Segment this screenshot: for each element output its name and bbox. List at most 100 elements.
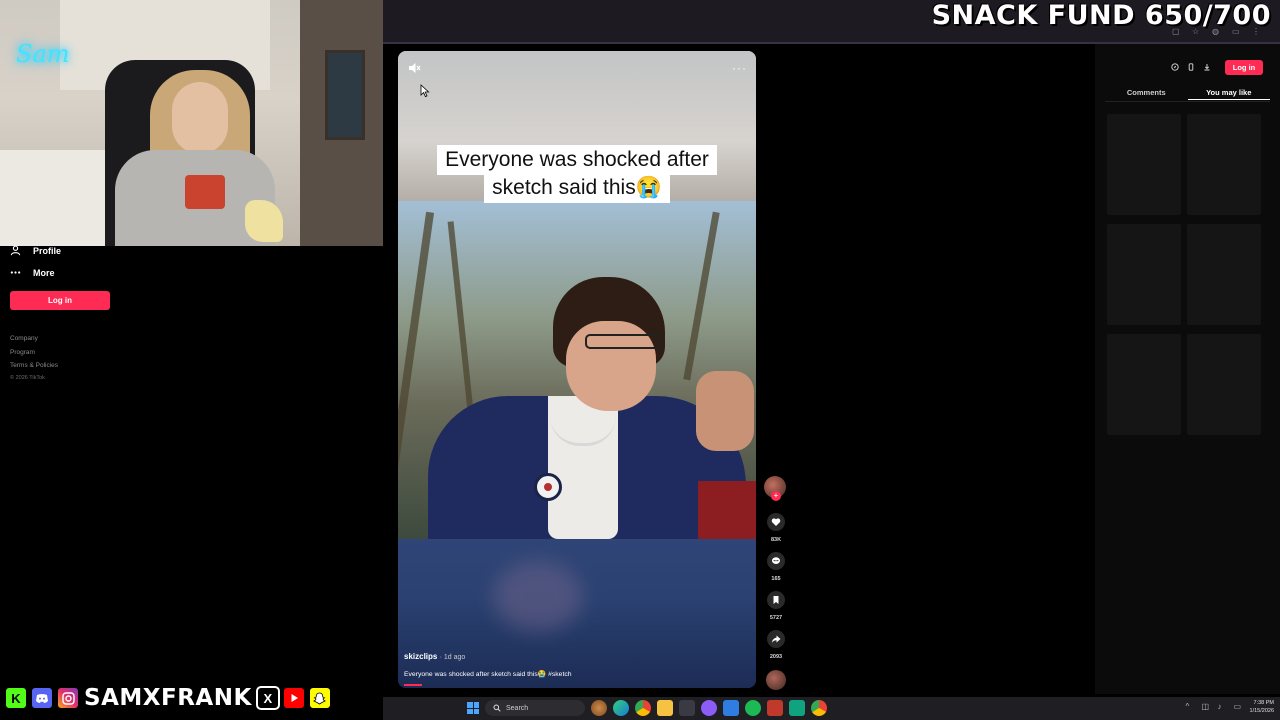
video-blur-bottom (398, 539, 756, 688)
footer-link-terms[interactable]: Terms & Policies (10, 359, 58, 373)
suggested-video-thumbnail[interactable] (1107, 334, 1181, 435)
shirt-print (185, 175, 225, 209)
snapchat-icon (307, 686, 332, 710)
mouse-cursor-icon (420, 84, 430, 98)
caption-line-2: sketch said this😭 (484, 173, 670, 203)
play-glyph (291, 694, 298, 702)
discord-glyph (36, 693, 48, 703)
sidebar-item-label: Profile (33, 245, 62, 256)
browser-top-strip: SNACK FUND 650/700 ▢ ☆ ◍ ▭ ⋮ (383, 0, 1280, 44)
follow-button[interactable]: + (771, 491, 781, 501)
video-author[interactable]: skizclips · 1d ago (404, 652, 465, 661)
menu-icon[interactable]: ⋮ (1252, 28, 1260, 36)
tab-comments[interactable]: Comments (1105, 86, 1188, 100)
extension-icon[interactable]: ▢ (1172, 28, 1180, 36)
video-player[interactable]: Everyone was shocked after sketch said t… (398, 51, 756, 688)
bookmark-icon (773, 596, 779, 604)
webcam-bed (0, 150, 120, 246)
stream-social-bar: K SAMXFRANK X (4, 683, 332, 713)
clock-date: 1/15/2026 (1249, 708, 1274, 714)
streamer-face (172, 82, 228, 154)
discord-icon (30, 686, 54, 710)
comment-button[interactable] (767, 552, 785, 570)
chrome-icon[interactable] (811, 700, 827, 716)
sidebar-login-button[interactable]: Log in (10, 291, 110, 310)
post-age: · 1d ago (439, 654, 466, 661)
ellipsis-icon (10, 271, 21, 274)
heart-icon (771, 518, 781, 526)
caption-line-1: Everyone was shocked after (437, 145, 717, 175)
windows-start-icon[interactable] (467, 702, 479, 714)
suggested-video-thumbnail[interactable] (1107, 224, 1181, 325)
chevron-up-icon[interactable]: ^ (1186, 703, 1194, 711)
download-icon[interactable] (1203, 63, 1211, 71)
tab-divider (1105, 101, 1270, 102)
system-tray: ^ ◫ ♪ ▭ 7:38 PM 1/15/2026 (1186, 699, 1274, 715)
footer-link-company[interactable]: Company (10, 332, 58, 346)
store-icon[interactable] (679, 700, 695, 716)
right-panel-login-button[interactable]: Log in (1225, 60, 1263, 75)
share-count: 2093 (769, 654, 783, 660)
volume-icon[interactable]: ♪ (1218, 703, 1226, 711)
suggested-video-thumbnail[interactable] (1187, 334, 1261, 435)
kick-icon: K (4, 686, 28, 710)
phone-icon[interactable] (1187, 63, 1195, 71)
spotify-icon[interactable] (745, 700, 761, 716)
taskbar-search-label: Search (506, 704, 529, 712)
window-icon[interactable]: ▭ (1232, 28, 1240, 36)
app-icon[interactable] (789, 700, 805, 716)
comment-icon (772, 557, 780, 564)
author-username[interactable]: skizclips (404, 652, 437, 661)
right-panel: Log in Comments You may like (1095, 44, 1280, 694)
app-icon[interactable] (767, 700, 783, 716)
compass-icon[interactable] (1171, 63, 1179, 71)
mute-icon[interactable] (407, 61, 421, 75)
sidebar-item-profile[interactable]: Profile (10, 245, 61, 256)
taskbar-center: Search (467, 700, 827, 716)
suggested-video-thumbnail[interactable] (1107, 114, 1181, 215)
tab-you-may-like[interactable]: You may like (1187, 86, 1270, 100)
app-icon[interactable] (701, 700, 717, 716)
like-button[interactable] (767, 513, 785, 531)
suggested-video-thumbnail[interactable] (1187, 114, 1261, 215)
widgets-icon[interactable] (591, 700, 607, 716)
person-glasses (585, 334, 663, 349)
sidebar-footer: Company Program Terms & Policies © 2026 … (10, 332, 58, 383)
battery-icon[interactable]: ▭ (1234, 703, 1242, 711)
save-count: 5727 (769, 615, 783, 621)
video-progress-bar[interactable] (404, 684, 422, 686)
browser-toolbar-icons: ▢ ☆ ◍ ▭ ⋮ (1172, 28, 1260, 36)
neon-sign: Sam (16, 40, 70, 68)
person-hand (696, 371, 754, 451)
right-panel-icons (1171, 63, 1211, 71)
file-explorer-icon[interactable] (657, 700, 673, 716)
instagram-glyph (61, 691, 75, 705)
video-blur-blob (493, 561, 583, 631)
x-icon: X (255, 686, 280, 710)
suggested-video-thumbnail[interactable] (1187, 224, 1261, 325)
sound-disc-icon[interactable] (766, 670, 786, 690)
taskbar-search[interactable]: Search (485, 700, 585, 716)
snack-fund-counter: SNACK FUND 650/700 (931, 0, 1271, 31)
webcam-overlay: Sam (0, 0, 383, 246)
stream-handle: SAMXFRANK (84, 685, 252, 711)
sidebar-item-label: More (33, 267, 55, 278)
screen: Sam Profile More Log in Company Program … (0, 0, 1280, 720)
save-button[interactable] (767, 591, 785, 609)
ghost-glyph (313, 692, 327, 704)
taskbar-clock[interactable]: 7:38 PM 1/15/2026 (1250, 699, 1274, 715)
share-button[interactable] (767, 630, 785, 648)
app-icon[interactable] (723, 700, 739, 716)
jacket-patch (534, 473, 562, 501)
network-icon[interactable]: ◫ (1202, 703, 1210, 711)
chrome-icon[interactable] (635, 700, 651, 716)
star-icon[interactable]: ☆ (1192, 28, 1200, 36)
taskbar: Search ^ ◫ ♪ ▭ 7:38 PM 1/15/2026 (383, 697, 1280, 720)
edge-icon[interactable] (613, 700, 629, 716)
more-options-icon[interactable]: ··· (732, 61, 747, 75)
profile-icon[interactable]: ◍ (1212, 28, 1220, 36)
sidebar-item-more[interactable]: More (10, 267, 55, 278)
clock-time: 7:38 PM (1253, 700, 1274, 706)
footer-link-program[interactable]: Program (10, 346, 58, 360)
like-count: 83K (770, 537, 782, 543)
